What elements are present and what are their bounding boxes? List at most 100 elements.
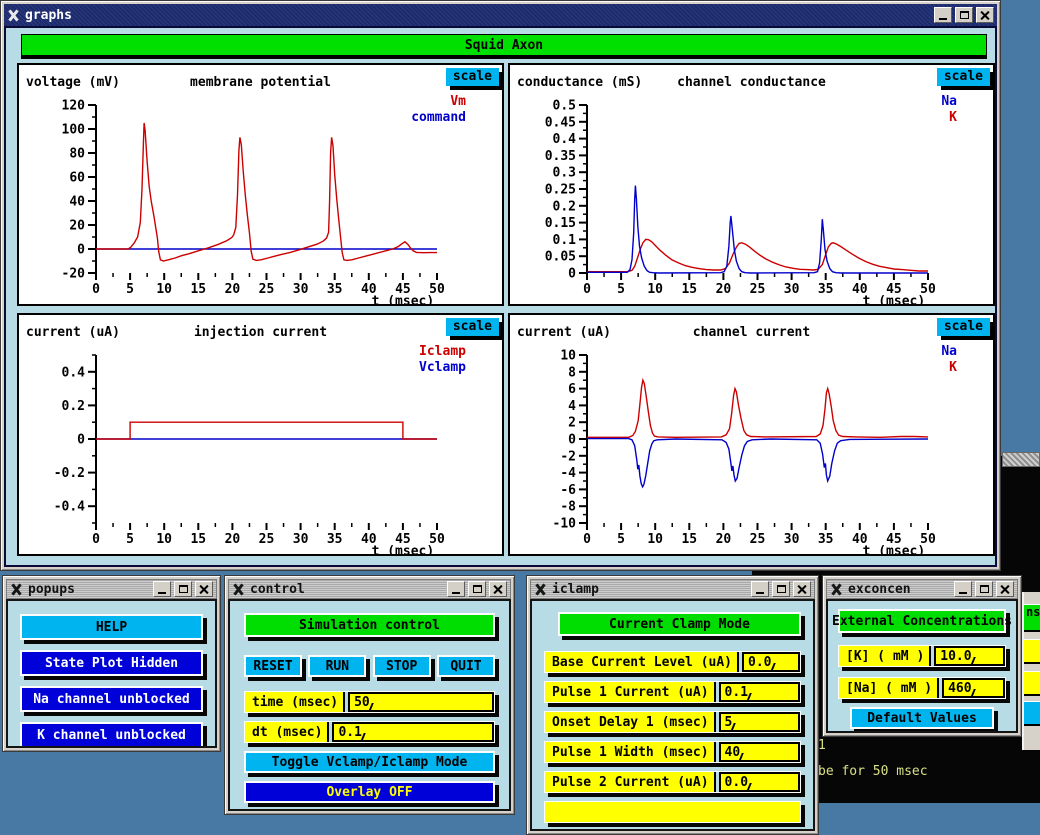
minimize-button[interactable] [954,581,972,597]
exconcen-window: exconcen External Concentrations [K] ( m… [822,575,1022,737]
control-window: control Simulation control RESET RUN STO… [224,575,515,815]
close-icon[interactable] [976,7,994,23]
default-values-button[interactable]: Default Values [850,707,994,729]
scale-button[interactable]: scale [446,318,499,336]
maximize-button[interactable] [955,7,973,23]
svg-text:25: 25 [259,532,275,547]
base-current-input[interactable]: 0.0 [742,652,800,672]
field-label: Pulse 2 Current (uA) [545,772,716,792]
close-icon[interactable] [195,581,213,597]
svg-text:0: 0 [92,282,100,297]
x-axis-label: t (msec) [863,294,926,304]
hidden-window-edge-fragment: ns [1022,592,1040,750]
svg-text:20: 20 [716,282,732,297]
svg-text:-6: -6 [560,483,576,498]
minimize-button[interactable] [751,581,769,597]
exconcen-titlebar[interactable]: exconcen [826,579,1018,599]
maximize-button[interactable] [174,581,192,597]
pulse2-current-input[interactable]: 0.0 [719,772,800,792]
k-concentration-input[interactable]: 10.0 [934,646,1005,666]
window-title: iclamp [552,582,599,597]
exconcen-content: External Concentrations [K] ( mM ) 10.0 … [826,599,1018,733]
iclamp-titlebar[interactable]: iclamp [530,579,815,599]
minimize-button[interactable] [153,581,171,597]
graph-panel-membrane-potential: -2002040608010012005101520253035404550t … [17,63,504,306]
dt-input[interactable]: 0.1 [332,722,494,742]
current-clamp-mode-banner: Current Clamp Mode [558,612,801,636]
terminal-line: be for 50 msec [818,764,928,779]
svg-text:-20: -20 [62,267,86,282]
legend-item: Vm [411,94,466,110]
svg-text:-0.4: -0.4 [54,500,85,515]
minimize-button[interactable] [934,7,952,23]
svg-text:40: 40 [69,195,85,210]
close-icon[interactable] [996,581,1014,597]
hidden-window-banner-fragment: ns [1024,604,1040,632]
svg-text:5: 5 [617,532,625,547]
svg-text:20: 20 [225,532,241,547]
svg-text:35: 35 [818,532,834,547]
k-channel-block-button[interactable]: K channel unblocked [20,722,203,748]
chart-legend: IclampVclamp [419,344,466,376]
quit-button[interactable]: QUIT [437,655,495,677]
svg-text:20: 20 [716,532,732,547]
legend-item: Na [941,94,957,110]
svg-text:5: 5 [617,282,625,297]
maximize-button[interactable] [975,581,993,597]
svg-text:-4: -4 [560,466,576,481]
svg-text:15: 15 [681,282,697,297]
svg-text:5: 5 [126,532,134,547]
k-concentration-row: [K] ( mM ) 10.0 [838,645,1006,667]
pulse1-current-row: Pulse 1 Current (uA) 0.1 [544,681,801,703]
pulse1-width-input[interactable]: 40 [719,742,800,762]
window-title: graphs [25,8,72,23]
svg-text:80: 80 [69,147,85,162]
pulse1-current-input[interactable]: 0.1 [719,682,800,702]
close-icon[interactable] [489,581,507,597]
help-button[interactable]: HELP [20,614,203,640]
pulse1-width-row: Pulse 1 Width (msec) 40 [544,741,801,763]
squid-axon-banner: Squid Axon [21,34,987,59]
svg-text:0.05: 0.05 [545,250,576,265]
stop-button[interactable]: STOP [373,655,431,677]
x-axis-label: t (msec) [863,544,926,554]
series-Na [587,186,928,273]
terminal-line: 1 [818,738,826,753]
control-content: Simulation control RESET RUN STOP QUIT t… [228,599,511,811]
control-titlebar[interactable]: control [228,579,511,599]
time-input[interactable]: 50 [348,692,494,712]
popups-titlebar[interactable]: popups [6,579,217,599]
overlay-toggle-button[interactable]: Overlay OFF [244,781,495,803]
svg-text:8: 8 [568,365,576,380]
onset-delay1-input[interactable]: 5 [719,712,800,732]
graphs-titlebar[interactable]: graphs [4,4,997,26]
chart-plot: -10-8-6-4-2024681005101520253035404550t … [510,315,993,554]
field-label: Onset Delay 1 (msec) [545,712,716,732]
svg-text:0.2: 0.2 [62,399,85,414]
scale-button[interactable]: scale [446,68,499,86]
na-channel-block-button[interactable]: Na channel unblocked [20,686,203,712]
scale-button[interactable]: scale [937,318,990,336]
run-button[interactable]: RUN [308,655,366,677]
pulse2-current-row: Pulse 2 Current (uA) 0.0 [544,771,801,793]
maximize-button[interactable] [468,581,486,597]
field-label: [K] ( mM ) [839,646,931,666]
base-current-row: Base Current Level (uA) 0.0 [544,651,801,673]
svg-text:10: 10 [156,532,172,547]
minimize-button[interactable] [447,581,465,597]
reset-button[interactable]: RESET [244,655,302,677]
x11-logo-icon [232,583,245,596]
scale-button[interactable]: scale [937,68,990,86]
state-plot-toggle-button[interactable]: State Plot Hidden [20,650,203,676]
field-label: Pulse 1 Width (msec) [545,742,716,762]
dt-field-row: dt (msec) 0.1 [244,721,495,743]
maximize-button[interactable] [772,581,790,597]
legend-item: K [941,360,957,376]
svg-text:4: 4 [568,399,576,414]
svg-text:0.45: 0.45 [545,115,576,130]
close-icon[interactable] [793,581,811,597]
toggle-vclamp-iclamp-button[interactable]: Toggle Vclamp/Iclamp Mode [244,751,495,773]
na-concentration-input[interactable]: 460 [942,678,1005,698]
window-title: control [250,582,305,597]
svg-text:-10: -10 [553,517,577,532]
